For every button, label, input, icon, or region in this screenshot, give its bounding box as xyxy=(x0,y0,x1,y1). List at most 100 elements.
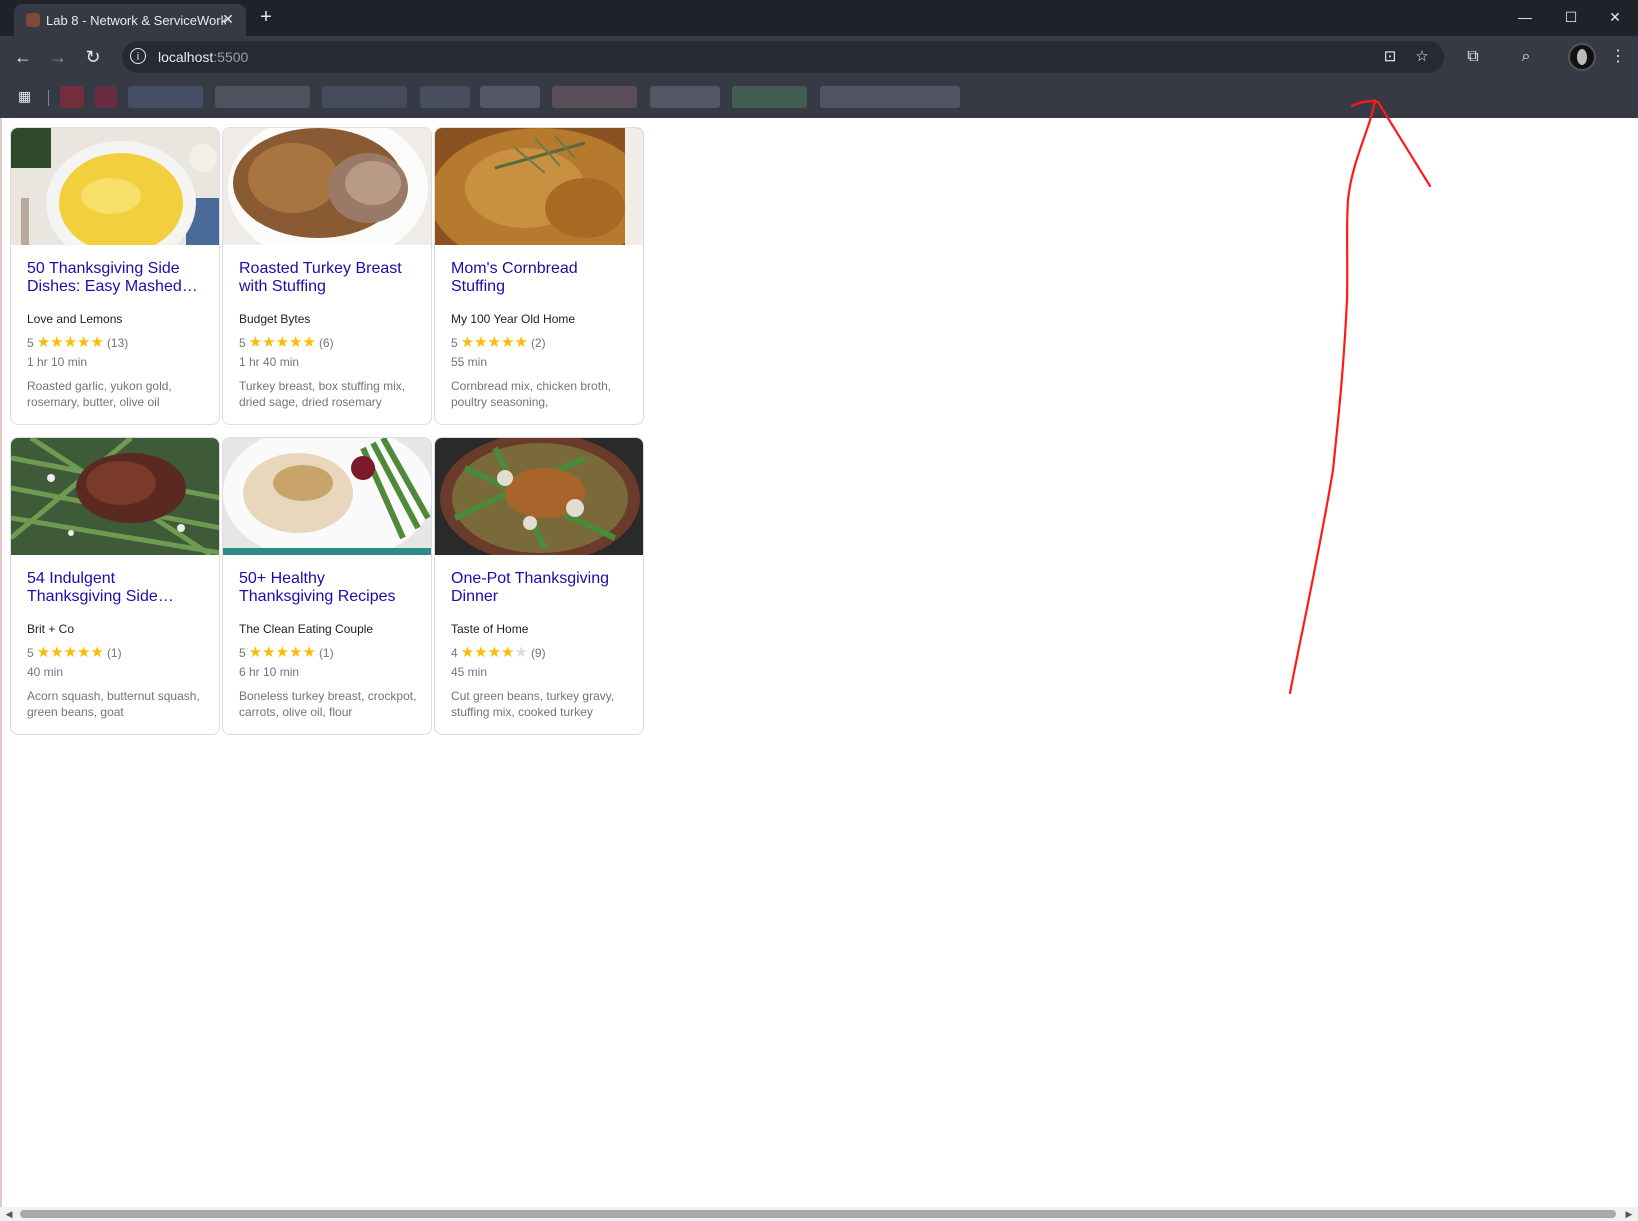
bookmark-item-blurred[interactable] xyxy=(95,86,117,108)
recipe-rating: 5 ★★★★★ (1) xyxy=(27,643,122,661)
star-rating-icon: ★★★★★ xyxy=(36,334,104,351)
cook-time: 6 hr 10 min xyxy=(239,665,300,679)
address-bar[interactable]: i localhost:5500 ⊡ ☆ xyxy=(122,41,1444,73)
rating-value: 5 xyxy=(27,336,34,350)
recipe-source: Budget Bytes xyxy=(239,312,311,326)
reload-icon[interactable]: ↻ xyxy=(81,45,105,69)
ingredients: Acorn squash, butternut squash, green be… xyxy=(27,689,200,719)
rating-value: 5 xyxy=(239,646,246,660)
bookmark-item-blurred[interactable] xyxy=(650,86,720,108)
recipe-card[interactable]: 50+ Healthy Thanksgiving Recipes The Cle… xyxy=(222,437,432,735)
site-info-icon[interactable]: i xyxy=(130,48,146,64)
bookmark-item-blurred[interactable] xyxy=(732,86,807,108)
star-rating-icon: ★★★★★ xyxy=(248,334,316,351)
new-tab-button[interactable]: + xyxy=(254,6,278,30)
url-text[interactable]: localhost:5500 xyxy=(158,49,1358,65)
cook-time: 1 hr 10 min xyxy=(27,355,88,369)
page-viewport: 50 Thanksgiving Side Dishes: Easy Mashed… xyxy=(0,118,1638,1207)
ingredients: Roasted garlic, yukon gold, rosemary, bu… xyxy=(27,379,172,409)
scroll-right-icon[interactable]: ▶ xyxy=(1624,1208,1634,1220)
recipe-image-cornbread-stuffing xyxy=(435,128,643,245)
cook-time: 55 min xyxy=(451,355,488,369)
active-tab[interactable]: Lab 8 - Network & ServiceWork ✕ xyxy=(14,4,246,36)
url-port: :5500 xyxy=(213,49,249,65)
close-window-button[interactable]: ✕ xyxy=(1592,6,1638,28)
review-count: (13) xyxy=(106,336,129,350)
bookmark-item-blurred[interactable] xyxy=(420,86,470,108)
recipe-rating: 5 ★★★★★ (13) xyxy=(27,333,128,351)
cook-time: 40 min xyxy=(27,665,64,679)
media-router-icon[interactable]: ⌕ xyxy=(1515,46,1537,68)
rating-value: 5 xyxy=(239,336,246,350)
review-count: (9) xyxy=(530,646,546,660)
recipe-image-healthy-turkey xyxy=(223,438,431,555)
recipe-rating: 4 ★★★★★ (9) xyxy=(451,643,546,661)
tab-close-icon[interactable]: ✕ xyxy=(220,11,236,27)
review-count: (1) xyxy=(106,646,122,660)
recipe-title-link[interactable]: 50+ Healthy Thanksgiving Recipes xyxy=(239,570,421,606)
recipe-card[interactable]: Mom's Cornbread Stuffing My 100 Year Old… xyxy=(434,127,644,425)
recipe-rating: 5 ★★★★★ (1) xyxy=(239,643,334,661)
ingredients: Cut green beans, turkey gravy, stuffing … xyxy=(451,689,615,719)
window-edge xyxy=(0,118,2,1207)
review-count: (1) xyxy=(318,646,334,660)
profile-avatar[interactable] xyxy=(1568,43,1596,71)
tab-strip: Lab 8 - Network & ServiceWork ✕ + — ☐ ✕ xyxy=(0,0,1638,36)
recipe-title-link[interactable]: Mom's Cornbread Stuffing xyxy=(451,260,633,296)
star-rating-icon: ★★★★★ xyxy=(460,334,528,351)
apps-grid-icon[interactable]: ▦ xyxy=(18,88,34,104)
bookmark-item-blurred[interactable] xyxy=(215,86,310,108)
browser-toolbar: ← → ↻ i localhost:5500 ⊡ ☆ ⧉ ⌕ ⋮ xyxy=(0,36,1638,78)
star-rating-icon: ★★★★★ xyxy=(460,644,528,661)
recipe-card[interactable]: Roasted Turkey Breast with Stuffing Budg… xyxy=(222,127,432,425)
recipe-card[interactable]: 50 Thanksgiving Side Dishes: Easy Mashed… xyxy=(10,127,220,425)
rating-value: 5 xyxy=(27,646,34,660)
recipe-source: The Clean Eating Couple xyxy=(239,622,374,636)
scroll-left-icon[interactable]: ◀ xyxy=(4,1208,14,1220)
recipe-image-mashed-potatoes xyxy=(11,128,219,245)
recipe-card[interactable]: One-Pot Thanksgiving Dinner Taste of Hom… xyxy=(434,437,644,735)
star-rating-icon: ★★★★★ xyxy=(248,644,316,661)
recipe-title-link[interactable]: Roasted Turkey Breast with Stuffing xyxy=(239,260,421,296)
extensions-icon[interactable]: ⧉ xyxy=(1462,46,1484,68)
ingredients: Cornbread mix, chicken broth, poultry se… xyxy=(451,379,612,409)
recipe-title-link[interactable]: 50 Thanksgiving Side Dishes: Easy Mashed… xyxy=(27,260,209,296)
rating-value: 5 xyxy=(451,336,458,350)
star-rating-icon: ★★★★★ xyxy=(36,644,104,661)
recipe-image-turkey-stuffing xyxy=(223,128,431,245)
cook-time: 1 hr 40 min xyxy=(239,355,300,369)
bookmark-item-blurred[interactable] xyxy=(128,86,203,108)
bookmark-item-blurred[interactable] xyxy=(552,86,637,108)
cook-time: 45 min xyxy=(451,665,488,679)
recipe-title-link[interactable]: One-Pot Thanksgiving Dinner xyxy=(451,570,633,606)
recipe-source: Taste of Home xyxy=(451,622,529,636)
ingredients: Boneless turkey breast, crockpot, carrot… xyxy=(239,689,417,719)
forward-icon[interactable]: → xyxy=(46,45,70,69)
recipe-card[interactable]: 54 Indulgent Thanksgiving Side… Brit + C… xyxy=(10,437,220,735)
back-icon[interactable]: ← xyxy=(11,45,35,69)
rating-value: 4 xyxy=(451,646,458,660)
tab-title: Lab 8 - Network & ServiceWork xyxy=(46,13,226,28)
url-host: localhost xyxy=(158,49,214,65)
recipe-image-green-beans xyxy=(11,438,219,555)
bookmarks-separator xyxy=(48,90,49,106)
recipe-title-link[interactable]: 54 Indulgent Thanksgiving Side… xyxy=(27,570,209,606)
recipe-rating: 5 ★★★★★ (2) xyxy=(451,333,546,351)
minimize-button[interactable]: — xyxy=(1502,6,1548,28)
review-count: (2) xyxy=(530,336,546,350)
recipe-source: My 100 Year Old Home xyxy=(451,312,576,326)
maximize-button[interactable]: ☐ xyxy=(1548,6,1594,28)
bookmark-item-blurred[interactable] xyxy=(480,86,540,108)
horizontal-scrollbar[interactable]: ◀ ▶ xyxy=(0,1207,1638,1221)
ingredients: Turkey breast, box stuffing mix, dried s… xyxy=(239,379,406,409)
bookmark-item-blurred[interactable] xyxy=(60,86,84,108)
tab-favicon-icon xyxy=(26,13,40,27)
bookmarks-bar: ▦ xyxy=(0,78,1638,118)
scrollbar-thumb[interactable] xyxy=(20,1210,1616,1218)
install-app-icon[interactable]: ⊡ xyxy=(1381,48,1399,66)
recipe-rating: 5 ★★★★★ (6) xyxy=(239,333,334,351)
bookmark-star-icon[interactable]: ☆ xyxy=(1413,48,1431,66)
bookmark-item-blurred[interactable] xyxy=(820,86,960,108)
menu-icon[interactable]: ⋮ xyxy=(1607,46,1629,68)
bookmark-item-blurred[interactable] xyxy=(322,86,407,108)
